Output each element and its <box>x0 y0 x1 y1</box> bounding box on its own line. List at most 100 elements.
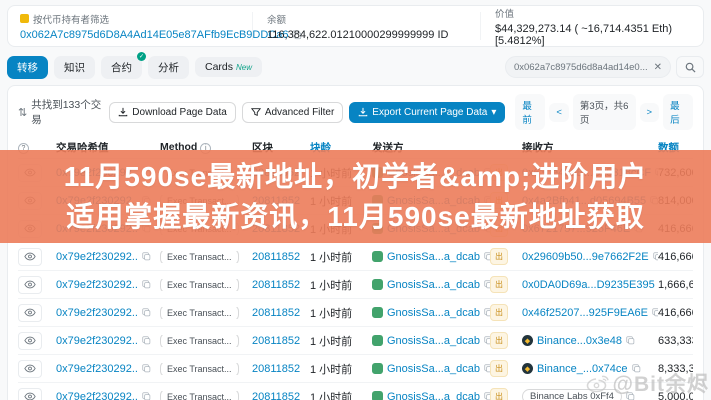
first-page-button[interactable]: 最前 <box>515 94 545 130</box>
copy-icon[interactable] <box>142 252 151 261</box>
clear-filter-icon[interactable]: ✕ <box>654 62 662 73</box>
eye-icon <box>24 252 36 261</box>
copy-icon[interactable] <box>142 280 151 289</box>
tab-contract-label: 合约 <box>111 60 132 75</box>
export-page-data-label: Export Current Page Data <box>372 107 487 118</box>
tx-hash-link[interactable]: 0x79e2f230292.. <box>56 251 138 263</box>
method-badge[interactable]: Exec Transact... <box>160 251 239 263</box>
direction-out-badge: 出 <box>490 304 508 321</box>
last-page-button[interactable]: 最后 <box>663 94 693 130</box>
from-address-link[interactable]: GnosisSa...a_dcab <box>387 391 480 400</box>
eye-icon <box>24 364 36 373</box>
page-status: 第3页，共6页 <box>573 94 636 130</box>
from-address-link[interactable]: GnosisSa...a_dcab <box>387 307 480 319</box>
holder-filter-section: 按代币持有者筛选 0x062A7c8975d6D8A4Ad14E05e87AFf… <box>20 12 252 40</box>
to-address-link[interactable]: 0x29609b50...9e7662F2E <box>522 251 649 263</box>
method-badge[interactable]: Exec Transact... <box>160 363 239 375</box>
advanced-filter-button[interactable]: Advanced Filter <box>242 102 343 123</box>
promo-overlay: 11月590se最新地址，初学者&amp;进阶用户 适用掌握最新资讯，11月59… <box>0 150 711 243</box>
to-address-link[interactable]: 0x0DA0D69a...D9235E395 <box>522 279 655 291</box>
from-address-link[interactable]: GnosisSa...a_dcab <box>387 251 480 263</box>
transfer-amount: 633,333.3333 <box>658 335 693 347</box>
next-page-button[interactable]: > <box>640 103 660 122</box>
value-label: 价值 <box>495 6 691 20</box>
from-address-link[interactable]: GnosisSa...a_dcab <box>387 279 480 291</box>
block-link[interactable]: 20811852 <box>252 363 300 375</box>
value-section: 价值 $44,329,273.14 ( ~16,714.4351 Eth) [5… <box>480 12 691 40</box>
method-badge[interactable]: Exec Transact... <box>160 307 239 319</box>
method-badge[interactable]: Exec Transact... <box>160 391 239 400</box>
watermark-text: @Bit余烬 <box>613 368 709 398</box>
block-link[interactable]: 20811852 <box>252 279 300 291</box>
tab-contract[interactable]: 合约 ✓ <box>101 56 142 79</box>
tx-hash-link[interactable]: 0x79e2f230292.. <box>56 307 138 319</box>
chevron-down-icon: ▾ <box>491 107 496 118</box>
contract-verified-icon: ✓ <box>137 52 146 61</box>
to-address-link[interactable]: Binance...0x3e48 <box>537 335 622 347</box>
toolbar-actions: Download Page Data Advanced Filter Expor… <box>109 94 693 130</box>
download-page-data-button[interactable]: Download Page Data <box>109 102 236 123</box>
tx-age: 1 小时前 <box>310 364 352 376</box>
tx-hash-link[interactable]: 0x79e2f230292.. <box>56 279 138 291</box>
from-address-link[interactable]: GnosisSa...a_dcab <box>387 363 480 375</box>
tx-hash-link[interactable]: 0x79e2f230292.. <box>56 335 138 347</box>
tx-preview-button[interactable] <box>18 304 42 322</box>
table-row: 0x79e2f230292.. Exec Transact... 2081185… <box>18 327 693 355</box>
search-button[interactable] <box>676 56 704 78</box>
copy-icon[interactable] <box>142 392 151 400</box>
block-link[interactable]: 20811852 <box>252 335 300 347</box>
direction-out-badge: 出 <box>490 248 508 265</box>
from-address-link[interactable]: GnosisSa...a_dcab <box>387 335 480 347</box>
tab-transfers[interactable]: 转移 <box>7 56 48 79</box>
tab-analytics-label: 分析 <box>158 60 179 75</box>
holder-filter-label-row: 按代币持有者筛选 <box>20 12 252 26</box>
gnosis-safe-icon <box>372 363 383 374</box>
watermark: @Bit余烬 <box>585 368 709 398</box>
table-row: 0x79e2f230292.. Exec Transact... 2081185… <box>18 299 693 327</box>
weibo-icon <box>585 372 611 394</box>
address-filter-pill[interactable]: 0x062a7c8975d6d8a4ad14e0... ✕ <box>505 56 671 78</box>
block-link[interactable]: 20811852 <box>252 307 300 319</box>
gnosis-safe-icon <box>372 279 383 290</box>
tx-age: 1 小时前 <box>310 252 352 264</box>
copy-icon[interactable] <box>142 364 151 373</box>
copy-icon[interactable] <box>626 336 635 345</box>
block-link[interactable]: 20811852 <box>252 391 300 400</box>
block-link[interactable]: 20811852 <box>252 251 300 263</box>
tab-info[interactable]: 知识 <box>54 56 95 79</box>
transfer-amount: 416,666.6667 <box>658 251 693 263</box>
tab-analytics[interactable]: 分析 <box>148 56 189 79</box>
prev-page-button[interactable]: < <box>549 103 569 122</box>
address-filter-value: 0x062a7c8975d6d8a4ad14e0... <box>514 62 648 73</box>
tx-preview-button[interactable] <box>18 388 42 400</box>
holder-address-link[interactable]: 0x062A7c8975d6D8A4Ad14E05e87AFfb9EcB9DDC… <box>20 29 288 41</box>
binance-icon: ◆ <box>522 363 533 374</box>
token-icon <box>20 14 29 23</box>
transfer-amount: 1,666,666.667 <box>658 279 693 291</box>
method-badge[interactable]: Exec Transact... <box>160 335 239 347</box>
pagination: 最前 < 第3页，共6页 > 最后 <box>515 94 693 130</box>
filter-icon <box>251 107 261 117</box>
export-icon <box>358 107 368 117</box>
direction-out-badge: 出 <box>490 276 508 293</box>
export-page-data-button[interactable]: Export Current Page Data ▾ <box>349 102 505 123</box>
tx-preview-button[interactable] <box>18 332 42 350</box>
copy-icon[interactable] <box>142 336 151 345</box>
tx-hash-link[interactable]: 0x79e2f230292.. <box>56 391 138 400</box>
tx-preview-button[interactable] <box>18 276 42 294</box>
tx-hash-link[interactable]: 0x79e2f230292.. <box>56 363 138 375</box>
to-address-link[interactable]: 0x46f25207...925F9EA6E <box>522 307 648 319</box>
balance-value: 116,384,622.01210000299999999 ID <box>267 29 480 41</box>
table-toolbar: ⇅ 共找到133个交易 Download Page Data Advanced … <box>18 94 693 130</box>
gnosis-safe-icon <box>372 335 383 346</box>
sort-icon[interactable]: ⇅ <box>18 106 27 119</box>
tx-preview-button[interactable] <box>18 360 42 378</box>
table-row: 0x79e2f230292.. Exec Transact... 2081185… <box>18 243 693 271</box>
copy-icon[interactable] <box>142 308 151 317</box>
tx-preview-button[interactable] <box>18 248 42 266</box>
token-summary-card: 按代币持有者筛选 0x062A7c8975d6D8A4Ad14E05e87AFf… <box>7 5 704 47</box>
tab-cards-new-badge: New <box>236 63 252 72</box>
download-page-data-label: Download Page Data <box>132 107 227 118</box>
tab-cards[interactable]: Cards New <box>195 57 262 77</box>
method-badge[interactable]: Exec Transact... <box>160 279 239 291</box>
